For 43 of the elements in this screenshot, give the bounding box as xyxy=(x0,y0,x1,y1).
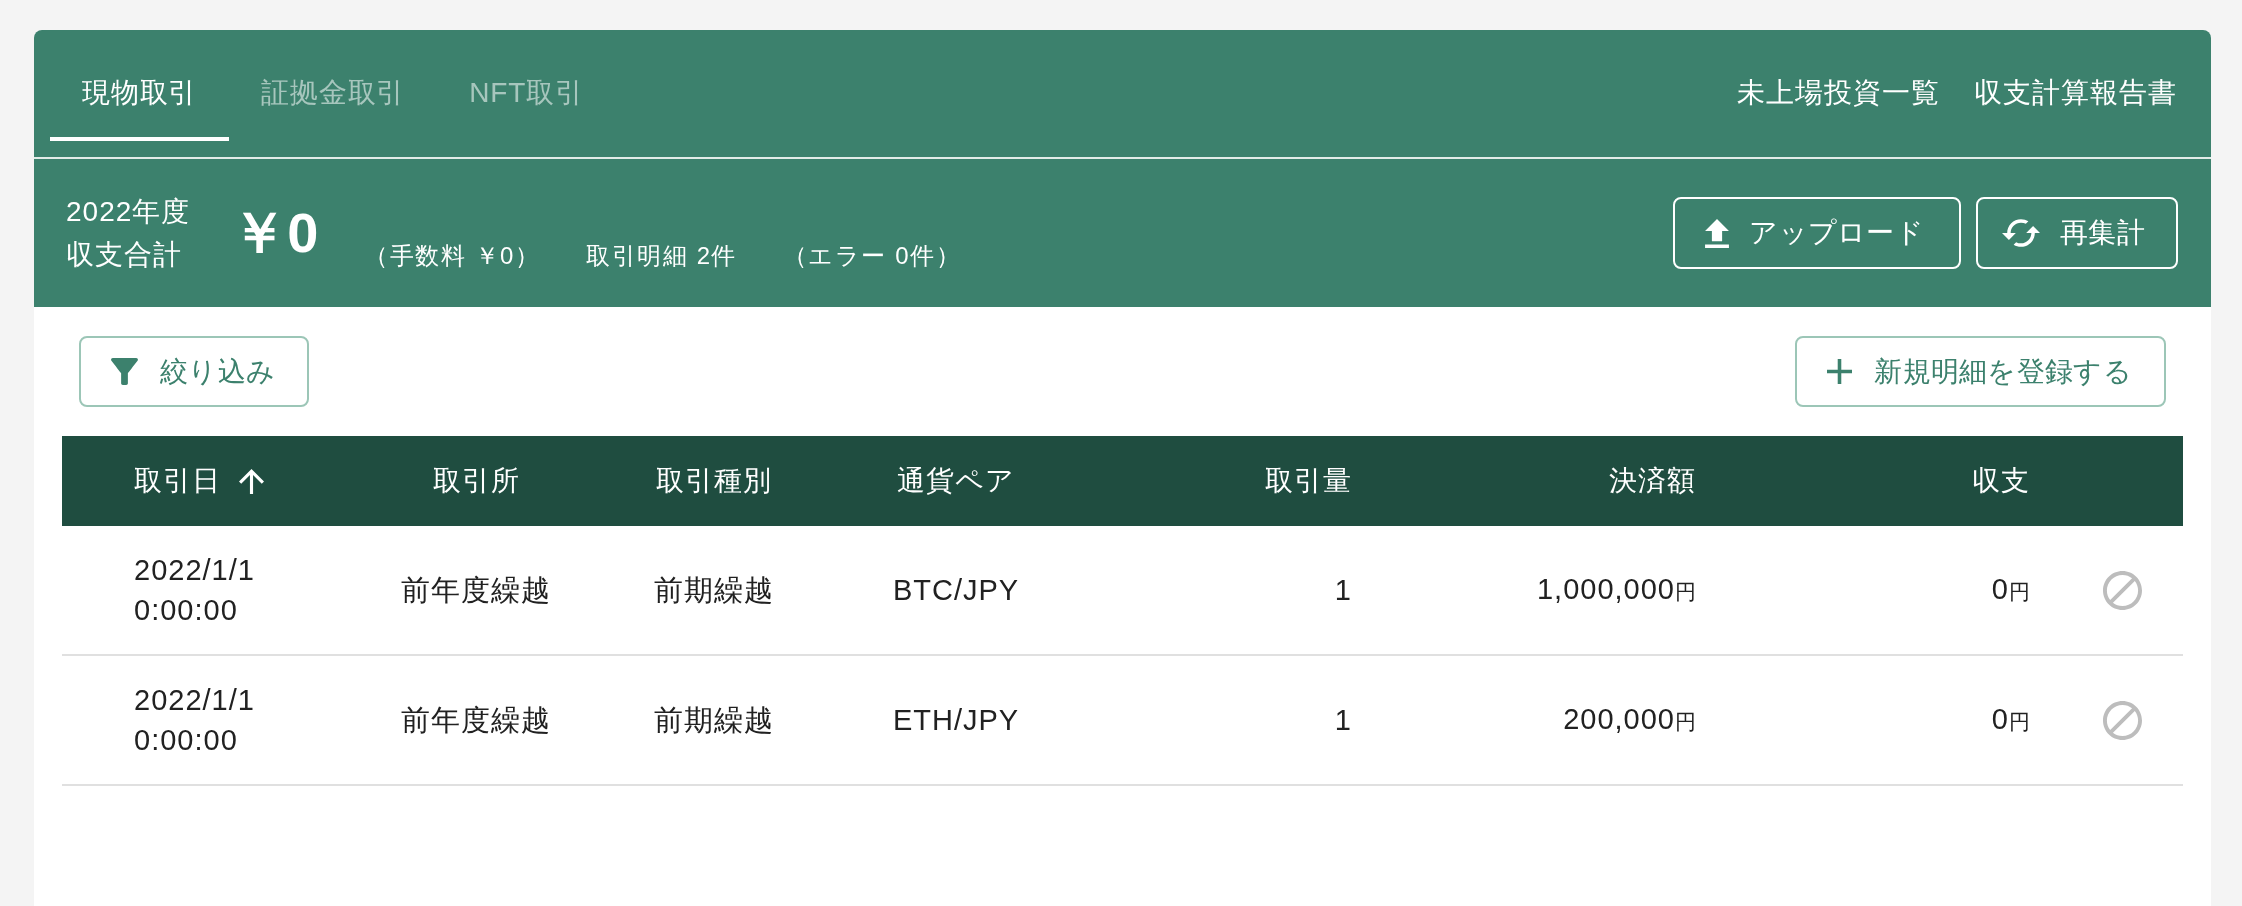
year-label: 2022年度 xyxy=(66,195,191,229)
tab[interactable]: 証拠金取引 xyxy=(229,45,438,141)
prohibited-icon[interactable] xyxy=(2103,570,2142,610)
recalculate-button[interactable]: 再集計 xyxy=(1976,197,2178,269)
header-link[interactable]: 未上場投資一覧 xyxy=(1737,74,1940,112)
pair-cell-text: ETH/JPY xyxy=(892,703,1020,738)
plus-icon xyxy=(1827,359,1853,384)
total-label: 収支合計 xyxy=(66,238,183,272)
header-link[interactable]: 収支計算報告書 xyxy=(1974,74,2177,112)
quantity-cell-text: 1 xyxy=(1334,573,1352,608)
quantity-cell-text: 1 xyxy=(1334,703,1352,738)
total-amount: ￥0 xyxy=(231,205,319,261)
arrow-up-icon[interactable] xyxy=(239,468,264,494)
fee-text: （手数料 ￥0） xyxy=(364,241,541,271)
type-cell-text: 前期繰越 xyxy=(654,573,774,608)
upload-button[interactable]: アップロード xyxy=(1673,197,1962,269)
column-header[interactable]: 決済額 xyxy=(1609,462,1696,500)
date-cell-text: 2022/1/1 0:00:00 xyxy=(134,683,255,758)
amount-cell-text: 1,000,000円 xyxy=(1537,571,1696,607)
tab[interactable]: NFT取引 xyxy=(437,45,616,141)
date-cell-text: 2022/1/1 0:00:00 xyxy=(134,553,255,628)
entry-count-text: 取引明細 2件 xyxy=(586,241,737,271)
profit-cell-text: 0円 xyxy=(1991,701,2030,737)
prohibited-icon[interactable] xyxy=(2103,700,2142,740)
column-header[interactable]: 取引所 xyxy=(432,462,520,500)
profit-cell-text: 0円 xyxy=(1991,571,2030,607)
exchange-cell-text: 前年度繰越 xyxy=(401,703,551,738)
column-header[interactable]: 通貨ペア xyxy=(897,462,1015,500)
column-header[interactable]: 取引日 xyxy=(134,462,221,500)
column-header[interactable]: 収支 xyxy=(1972,462,2030,500)
add-entry-button[interactable]: 新規明細を登録する xyxy=(1795,336,2166,407)
filter-button[interactable]: 絞り込み xyxy=(79,336,310,407)
upload-icon xyxy=(1705,218,1730,248)
amount-cell-text: 200,000円 xyxy=(1563,701,1696,737)
tab[interactable]: 現物取引 xyxy=(50,45,230,141)
column-header[interactable]: 取引種別 xyxy=(656,462,772,500)
exchange-cell-text: 前年度繰越 xyxy=(401,573,551,608)
column-header[interactable]: 取引量 xyxy=(1265,462,1352,500)
filter-icon xyxy=(111,358,138,385)
error-count-text: （エラー 0件） xyxy=(783,241,961,271)
type-cell-text: 前期繰越 xyxy=(654,703,774,738)
pair-cell-text: BTC/JPY xyxy=(892,573,1020,608)
refresh-icon xyxy=(2002,219,2041,247)
